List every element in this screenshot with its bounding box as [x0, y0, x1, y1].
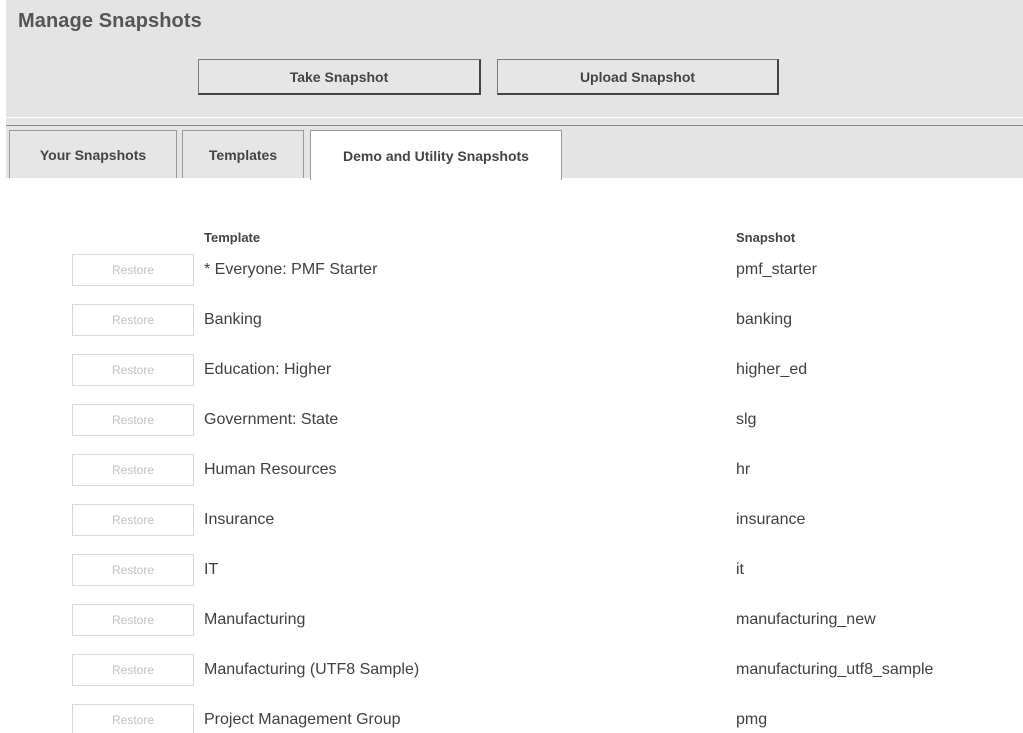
table-row: Restore Human Resources hr [0, 454, 1023, 488]
snapshot-name: manufacturing_new [736, 611, 876, 628]
restore-button[interactable]: Restore [72, 404, 194, 436]
template-name: Manufacturing (UTF8 Sample) [204, 661, 420, 678]
template-name: * Everyone: PMF Starter [204, 261, 378, 278]
snapshot-name: manufacturing_utf8_sample [736, 661, 934, 678]
restore-button[interactable]: Restore [72, 504, 194, 536]
divider [6, 125, 1023, 126]
template-name: Insurance [204, 511, 275, 528]
restore-button[interactable]: Restore [72, 704, 194, 733]
restore-button[interactable]: Restore [72, 454, 194, 486]
template-name: Government: State [204, 411, 339, 428]
snapshot-name: pmg [736, 711, 768, 728]
restore-button[interactable]: Restore [72, 354, 194, 386]
template-name: Human Resources [204, 461, 337, 478]
table-row: Restore Project Management Group pmg [0, 704, 1023, 733]
template-name: IT [204, 561, 219, 578]
upload-snapshot-button[interactable]: Upload Snapshot [497, 59, 779, 95]
table-row: Restore Insurance insurance [0, 504, 1023, 538]
snapshot-name: it [736, 561, 744, 578]
template-column-header: Template [204, 230, 261, 245]
manage-snapshots-page: Manage Snapshots Take Snapshot Upload Sn… [0, 0, 1023, 733]
restore-button[interactable]: Restore [72, 554, 194, 586]
snapshot-name: hr [736, 461, 751, 478]
tab-your-snapshots[interactable]: Your Snapshots [9, 130, 177, 178]
table-row: Restore * Everyone: PMF Starter pmf_starte… [0, 254, 1023, 288]
snapshot-name: slg [736, 411, 757, 428]
template-name: Education: Higher [204, 361, 332, 378]
restore-button[interactable]: Restore [72, 304, 194, 336]
table-row: Restore Manufacturing manufacturing_new [0, 604, 1023, 638]
take-snapshot-button[interactable]: Take Snapshot [198, 59, 481, 95]
page-title: Manage Snapshots [18, 10, 202, 32]
snapshot-name: higher_ed [736, 361, 808, 378]
table-row: Restore Education: Higher higher_ed [0, 354, 1023, 388]
snapshot-column-header: Snapshot [736, 230, 796, 245]
template-name: Manufacturing [204, 611, 306, 628]
table-row: Restore Banking banking [0, 304, 1023, 338]
template-name: Project Management Group [204, 711, 401, 728]
table-row: Restore Manufacturing (UTF8 Sample) manufa… [0, 654, 1023, 688]
snapshot-name: pmf_starter [736, 261, 817, 278]
snapshot-name: banking [736, 311, 793, 328]
snapshot-name: insurance [736, 511, 806, 528]
table-row: Restore Government: State slg [0, 404, 1023, 438]
restore-button[interactable]: Restore [72, 604, 194, 636]
template-name: Banking [204, 311, 262, 328]
tab-demo-and-utility-snapshots[interactable]: Demo and Utility Snapshots [310, 130, 562, 180]
tab-templates[interactable]: Templates [182, 130, 304, 178]
restore-button[interactable]: Restore [72, 254, 194, 286]
table-row: Restore IT it [0, 554, 1023, 588]
restore-button[interactable]: Restore [72, 654, 194, 686]
